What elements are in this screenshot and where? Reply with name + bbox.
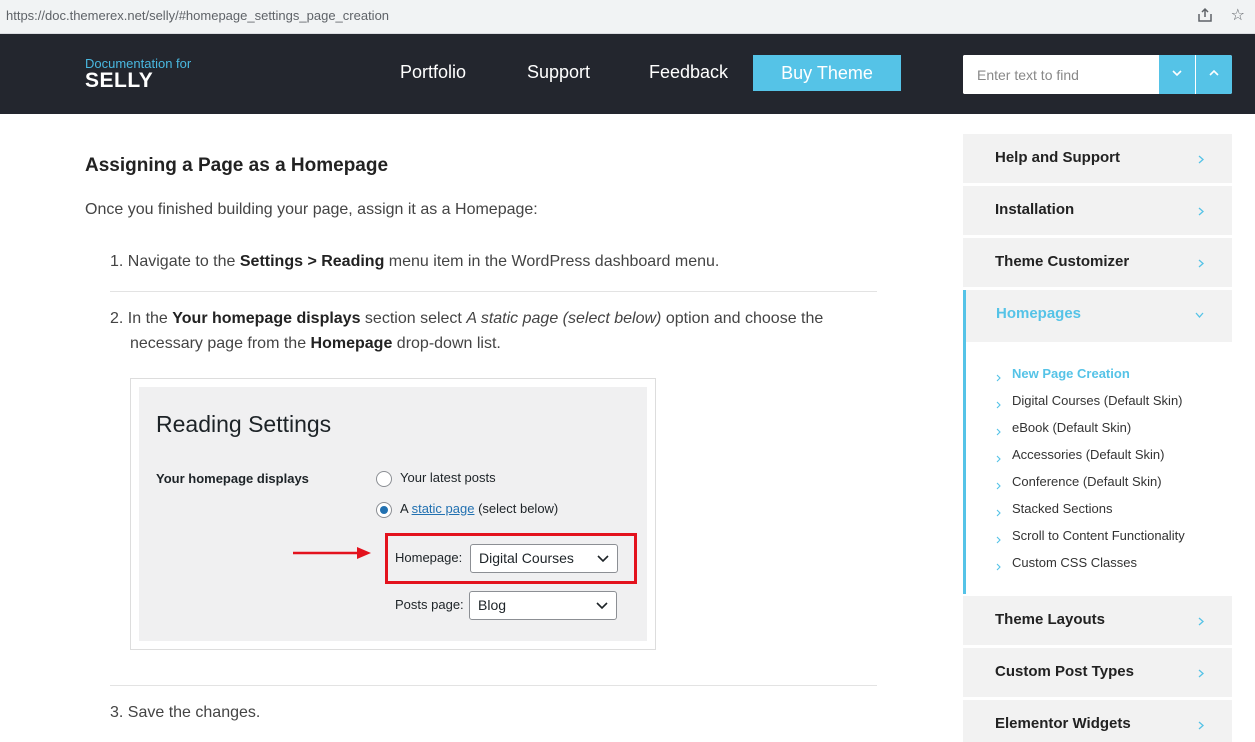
chevron-up-icon: [1209, 69, 1219, 76]
search-prev-button[interactable]: [1159, 55, 1195, 94]
posts-select-value: Blog: [478, 597, 507, 613]
chevron-down-icon: [1195, 312, 1204, 318]
sidebar-item-label: Theme Layouts: [995, 611, 1106, 628]
step-3: 3. Save the changes.: [110, 704, 261, 721]
radio-static-page[interactable]: [376, 502, 392, 518]
homepage-select-label: Homepage:: [395, 550, 463, 565]
chevron-right-icon: [1198, 259, 1204, 268]
chevron-right-icon: [996, 478, 1001, 493]
chevron-right-icon: [996, 451, 1001, 466]
sidebar-item-label: Theme Customizer: [995, 253, 1130, 270]
reading-settings-screenshot: Reading Settings Your homepage displays …: [130, 378, 656, 650]
divider: [110, 685, 877, 686]
step-2: 2. In the Your homepage displays section…: [110, 310, 824, 352]
sidebar-item-custom-post-types[interactable]: Custom Post Types: [963, 648, 1232, 697]
sidebar-item-elementor-widgets[interactable]: Elementor Widgets: [963, 700, 1232, 742]
buy-theme-button[interactable]: Buy Theme: [753, 55, 901, 91]
sidebar-item-label: Help and Support: [995, 149, 1120, 166]
sidebar-item-theme-layouts[interactable]: Theme Layouts: [963, 596, 1232, 645]
static-page-link[interactable]: static page: [412, 501, 475, 516]
chevron-right-icon: [996, 505, 1001, 520]
search-input[interactable]: [963, 55, 1159, 94]
sidebar-item-label: Homepages: [996, 305, 1082, 322]
radio-latest-posts-label: Your latest posts: [400, 470, 496, 485]
chevron-down-icon: [596, 602, 608, 610]
chevron-right-icon: [996, 559, 1001, 574]
red-arrow-icon: [293, 547, 371, 559]
chevron-right-icon: [1198, 721, 1204, 730]
sidebar-item-installation[interactable]: Installation: [963, 186, 1232, 235]
chevron-right-icon: [1198, 155, 1204, 164]
share-icon[interactable]: [1197, 7, 1215, 25]
wp-settings-panel: Reading Settings Your homepage displays …: [139, 387, 647, 641]
homepage-displays-label: Your homepage displays: [156, 471, 309, 486]
radio-latest-posts[interactable]: [376, 471, 392, 487]
nav-support[interactable]: Support: [527, 62, 590, 83]
chevron-right-icon: [1198, 669, 1204, 678]
nav-portfolio[interactable]: Portfolio: [400, 62, 466, 83]
step-1: 1. Navigate to the Settings > Reading me…: [110, 253, 720, 270]
homepage-select-value: Digital Courses: [479, 550, 574, 566]
nav-feedback[interactable]: Feedback: [649, 62, 728, 83]
intro-text: Once you finished building your page, as…: [85, 201, 538, 218]
sidebar-item-help-support[interactable]: Help and Support: [963, 134, 1232, 183]
homepage-select[interactable]: Digital Courses: [470, 544, 618, 573]
sidebar-item-label: Elementor Widgets: [995, 715, 1131, 732]
wp-settings-title: Reading Settings: [156, 411, 332, 437]
sidebar-item-theme-customizer[interactable]: Theme Customizer: [963, 238, 1232, 287]
url-text[interactable]: https://doc.themerex.net/selly/#homepage…: [6, 8, 389, 23]
chevron-right-icon: [1198, 207, 1204, 216]
logo-title[interactable]: SELLY: [85, 69, 153, 93]
site-header: Documentation for SELLY Portfolio Suppor…: [0, 34, 1255, 114]
radio-static-page-label: A static page (select below): [400, 501, 559, 516]
section-heading: Assigning a Page as a Homepage: [85, 155, 389, 176]
chevron-down-icon: [597, 555, 609, 563]
search-box: [963, 55, 1232, 94]
chevron-right-icon: [996, 424, 1001, 439]
divider: [110, 291, 877, 292]
bookmark-star-icon[interactable]: ☆: [1231, 5, 1245, 25]
sidebar-item-label: Installation: [995, 201, 1075, 218]
chevron-down-icon: [1172, 70, 1182, 77]
homepages-submenu: New Page Creation Digital Courses (Defau…: [963, 342, 1232, 594]
chevron-right-icon: [996, 370, 1001, 385]
search-next-button[interactable]: [1196, 55, 1232, 94]
browser-url-bar[interactable]: https://doc.themerex.net/selly/#homepage…: [0, 0, 1255, 34]
posts-page-select[interactable]: Blog: [469, 591, 617, 620]
sidebar-item-label: Custom Post Types: [995, 663, 1134, 680]
chevron-right-icon: [996, 397, 1001, 412]
posts-select-label: Posts page:: [395, 597, 464, 612]
chevron-right-icon: [996, 532, 1001, 547]
chevron-right-icon: [1198, 617, 1204, 626]
sidebar-item-homepages[interactable]: Homepages: [963, 290, 1232, 342]
